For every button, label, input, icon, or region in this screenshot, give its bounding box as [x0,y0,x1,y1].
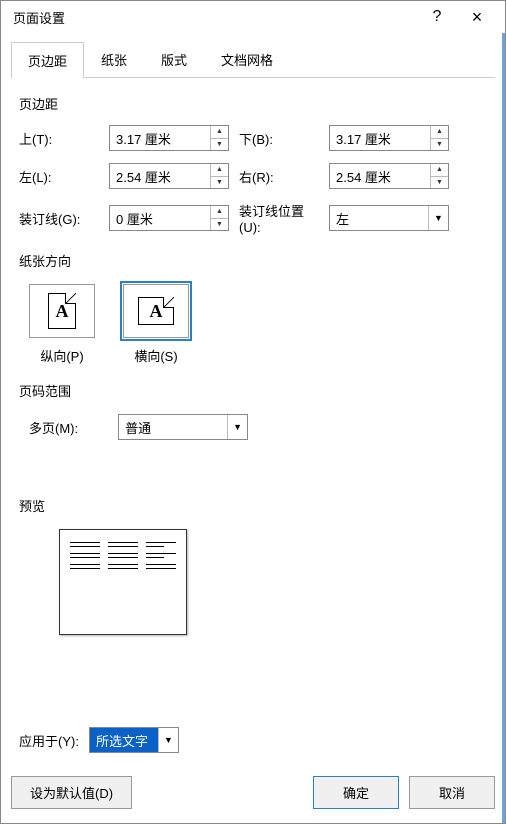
margin-left-label: 左(L): [19,167,99,186]
landscape-label: 横向(S) [123,346,189,365]
orientation-heading: 纸张方向 [19,251,487,270]
gutter-pos-label: 装订线位置(U): [239,201,319,235]
spinner-down-icon[interactable]: ▼ [211,177,228,189]
apply-to-label: 应用于(Y): [19,731,79,750]
dialog-title: 页面设置 [9,8,417,27]
spinner-up-icon[interactable]: ▲ [431,164,448,177]
spinner-up-icon[interactable]: ▲ [211,164,228,177]
portrait-label: 纵向(P) [29,346,95,365]
margin-right-label: 右(R): [239,167,319,186]
chevron-down-icon: ▼ [227,415,247,439]
tab-margins[interactable]: 页边距 [11,42,84,78]
tab-paper[interactable]: 纸张 [84,41,144,77]
margin-right-spinner[interactable]: ▲▼ [329,163,449,189]
preview-heading: 预览 [19,496,487,515]
spinner-down-icon[interactable]: ▼ [431,177,448,189]
preview-thumbnail [59,529,187,635]
multi-pages-select[interactable]: 普通 ▼ [118,414,248,440]
gutter-pos-select[interactable]: 左 ▼ [329,205,449,231]
margin-top-input[interactable] [110,126,210,150]
tab-layout[interactable]: 版式 [144,41,204,77]
cancel-button[interactable]: 取消 [409,776,495,809]
chevron-down-icon: ▼ [428,206,448,230]
orientation-portrait[interactable]: A [29,284,95,338]
chevron-down-icon: ▼ [158,728,178,752]
gutter-label: 装订线(G): [19,209,99,228]
multi-pages-value: 普通 [119,415,227,439]
margin-bottom-label: 下(B): [239,129,319,148]
help-button[interactable]: ? [417,8,457,26]
set-default-button[interactable]: 设为默认值(D) [11,776,132,809]
gutter-input[interactable] [110,206,210,230]
margin-left-spinner[interactable]: ▲▼ [109,163,229,189]
spinner-up-icon[interactable]: ▲ [211,126,228,139]
spinner-down-icon[interactable]: ▼ [211,219,228,231]
margin-top-spinner[interactable]: ▲▼ [109,125,229,151]
orientation-landscape[interactable]: A [123,284,189,338]
gutter-pos-value: 左 [330,206,428,230]
page-portrait-icon: A [48,293,76,329]
close-button[interactable]: × [457,7,497,28]
window-edge [502,33,505,823]
apply-to-select[interactable]: 所选文字 ▼ [89,727,179,753]
margin-top-label: 上(T): [19,129,99,148]
margin-left-input[interactable] [110,164,210,188]
spinner-up-icon[interactable]: ▲ [211,206,228,219]
multi-pages-label: 多页(M): [29,418,78,437]
apply-to-value: 所选文字 [90,728,158,752]
margin-bottom-input[interactable] [330,126,430,150]
margin-bottom-spinner[interactable]: ▲▼ [329,125,449,151]
margin-right-input[interactable] [330,164,430,188]
page-landscape-icon: A [138,297,174,325]
tab-strip: 页边距 纸张 版式 文档网格 [11,41,495,78]
ok-button[interactable]: 确定 [313,776,399,809]
page-range-heading: 页码范围 [19,381,487,400]
spinner-down-icon[interactable]: ▼ [211,139,228,151]
tab-docgrid[interactable]: 文档网格 [204,41,290,77]
spinner-up-icon[interactable]: ▲ [431,126,448,139]
gutter-spinner[interactable]: ▲▼ [109,205,229,231]
margins-heading: 页边距 [19,94,487,113]
spinner-down-icon[interactable]: ▼ [431,139,448,151]
